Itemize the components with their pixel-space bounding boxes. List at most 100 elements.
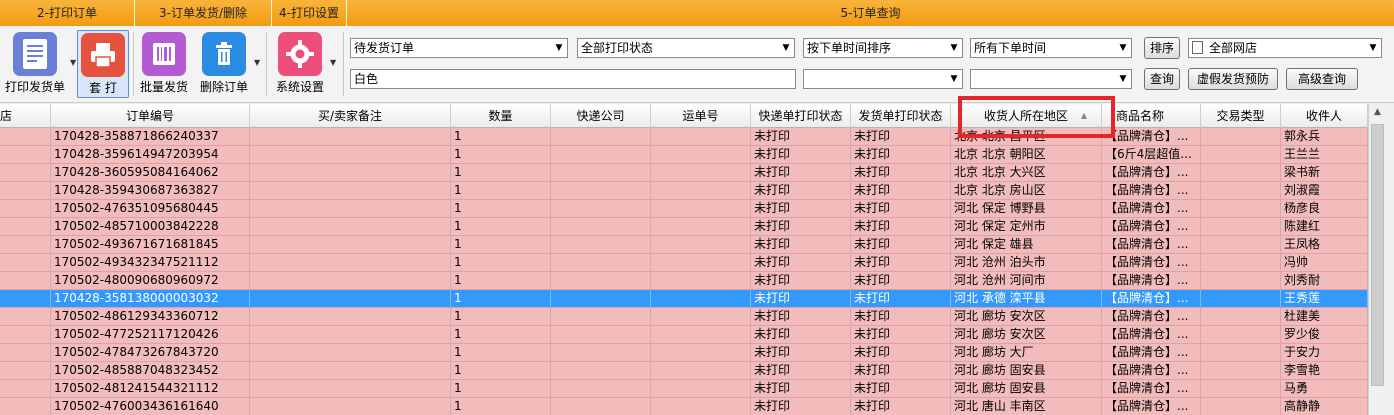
cell-quantity: 1 bbox=[451, 236, 551, 254]
table-row[interactable]: 170502-485710003842228 1 未打印 未打印 河北 保定 定州市 【品… bbox=[0, 218, 1368, 236]
settings-button[interactable]: 系统设置 bbox=[272, 30, 328, 98]
cell-waybill bbox=[651, 146, 751, 164]
cell-remark bbox=[250, 200, 451, 218]
delete-order-dropdown-icon[interactable]: ▼ bbox=[254, 58, 262, 67]
cell-waybill-print-status: 未打印 bbox=[751, 254, 851, 272]
query-button[interactable]: 查询 bbox=[1144, 68, 1180, 90]
table-row[interactable]: 170502-480090680960972 1 未打印 未打印 河北 沧州 河间市 【品… bbox=[0, 272, 1368, 290]
cell-courier bbox=[551, 146, 651, 164]
section-order-query[interactable]: 5-订单查询 bbox=[347, 0, 1394, 26]
settings-dropdown-icon[interactable]: ▼ bbox=[330, 58, 338, 67]
section-print-settings[interactable]: 4-打印设置 bbox=[272, 0, 347, 26]
table-row[interactable]: 170428-358871866240337 1 未打印 未打印 北京 北京 昌平区 【品… bbox=[0, 128, 1368, 146]
scroll-thumb[interactable] bbox=[1371, 124, 1384, 386]
print-status-select[interactable]: 全部打印状态 ▼ bbox=[577, 38, 795, 58]
cell-recipient: 马勇 bbox=[1281, 380, 1368, 398]
cell-trade-type bbox=[1201, 128, 1281, 146]
advanced-query-button[interactable]: 高级查询 bbox=[1286, 68, 1358, 90]
cell-order-no: 170428-358871866240337 bbox=[51, 128, 250, 146]
table-row[interactable]: 170502-493432347521112 1 未打印 未打印 河北 沧州 泊头市 【品… bbox=[0, 254, 1368, 272]
col-header-invoice-print-status[interactable]: 发货单打印状态 bbox=[851, 104, 951, 128]
section-ship-delete[interactable]: 3-订单发货/删除 bbox=[135, 0, 272, 26]
col-header-trade-type[interactable]: 交易类型 bbox=[1201, 104, 1281, 128]
cell-recipient: 罗少俊 bbox=[1281, 326, 1368, 344]
cell-product: 【品牌清仓】... bbox=[1102, 380, 1201, 398]
cell-remark bbox=[250, 344, 451, 362]
cell-store bbox=[0, 200, 51, 218]
cell-waybill bbox=[651, 344, 751, 362]
gear-icon bbox=[278, 32, 322, 76]
cell-region: 河北 廊坊 安次区 bbox=[951, 326, 1102, 344]
cell-recipient: 刘秀耐 bbox=[1281, 272, 1368, 290]
table-row[interactable]: 170502-478473267843720 1 未打印 未打印 河北 廊坊 大厂 【品牌… bbox=[0, 344, 1368, 362]
cell-order-no: 170502-485710003842228 bbox=[51, 218, 250, 236]
table-row[interactable]: 170428-360595084164062 1 未打印 未打印 北京 北京 大兴区 【品… bbox=[0, 164, 1368, 182]
col-header-waybill[interactable]: 运单号 bbox=[651, 104, 751, 128]
table-row[interactable]: 170502-481241544321112 1 未打印 未打印 河北 廊坊 固安县 【品… bbox=[0, 380, 1368, 398]
cell-trade-type bbox=[1201, 164, 1281, 182]
fake-ship-prevention-button[interactable]: 虚假发货预防 bbox=[1188, 68, 1278, 90]
table-row[interactable]: 170428-359614947203954 1 未打印 未打印 北京 北京 朝阳区 【6… bbox=[0, 146, 1368, 164]
section-print-order[interactable]: 2-打印订单 bbox=[0, 0, 135, 26]
cell-order-no: 170428-360595084164062 bbox=[51, 164, 250, 182]
cell-recipient: 高静静 bbox=[1281, 398, 1368, 415]
cell-trade-type bbox=[1201, 290, 1281, 308]
col-header-recipient[interactable]: 收件人 bbox=[1281, 104, 1368, 128]
cell-remark bbox=[250, 236, 451, 254]
table-row[interactable]: 170502-476003436161640 1 未打印 未打印 河北 唐山 丰南区 【品… bbox=[0, 398, 1368, 415]
print-invoice-button[interactable]: 打印发货单 bbox=[2, 30, 68, 98]
cell-quantity: 1 bbox=[451, 362, 551, 380]
cell-product: 【品牌清仓】... bbox=[1102, 326, 1201, 344]
order-status-select[interactable]: 待发货订单 ▼ bbox=[350, 38, 568, 58]
table-row[interactable]: 170502-477252117120426 1 未打印 未打印 河北 廊坊 安次区 【品… bbox=[0, 326, 1368, 344]
sort-by-select[interactable]: 按下单时间排序 ▼ bbox=[803, 38, 963, 58]
batch-ship-button[interactable]: 批量发货 bbox=[136, 30, 192, 98]
sort-button[interactable]: 排序 bbox=[1144, 37, 1180, 59]
filter-select-5[interactable]: ▼ bbox=[803, 69, 963, 89]
cell-waybill-print-status: 未打印 bbox=[751, 362, 851, 380]
set-print-button[interactable]: 套 打 bbox=[77, 30, 129, 98]
cell-store bbox=[0, 254, 51, 272]
col-header-order-no[interactable]: 订单编号 bbox=[51, 104, 250, 128]
cell-remark bbox=[250, 308, 451, 326]
filter-select-6[interactable]: ▼ bbox=[970, 69, 1132, 89]
col-header-quantity[interactable]: 数量 bbox=[451, 104, 551, 128]
cell-remark bbox=[250, 218, 451, 236]
cell-courier bbox=[551, 398, 651, 415]
table-row[interactable]: 170502-486129343360712 1 未打印 未打印 河北 廊坊 安次区 【品… bbox=[0, 308, 1368, 326]
col-header-store[interactable]: 店 bbox=[0, 104, 51, 128]
cell-waybill bbox=[651, 380, 751, 398]
chevron-down-icon: ▼ bbox=[1369, 43, 1377, 53]
cell-waybill-print-status: 未打印 bbox=[751, 326, 851, 344]
cell-product: 【品牌清仓】... bbox=[1102, 182, 1201, 200]
cell-order-no: 170502-481241544321112 bbox=[51, 380, 250, 398]
col-header-waybill-print-status[interactable]: 快递单打印状态 bbox=[751, 104, 851, 128]
col-header-courier[interactable]: 快递公司 bbox=[551, 104, 651, 128]
cell-product: 【6斤4层超值... bbox=[1102, 146, 1201, 164]
cell-remark bbox=[250, 128, 451, 146]
print-invoice-label: 打印发货单 bbox=[4, 80, 65, 94]
table-row[interactable]: 170502-493671671681845 1 未打印 未打印 河北 保定 雄县 【品牌… bbox=[0, 236, 1368, 254]
table-row[interactable]: 170428-358138000003032 1 未打印 未打印 河北 承德 滦平县 【品… bbox=[0, 290, 1368, 308]
cell-recipient: 于安力 bbox=[1281, 344, 1368, 362]
time-range-select[interactable]: 所有下单时间 ▼ bbox=[970, 38, 1132, 58]
col-header-product[interactable]: 商品名称 bbox=[1102, 104, 1201, 128]
cell-trade-type bbox=[1201, 218, 1281, 236]
cell-courier bbox=[551, 254, 651, 272]
scroll-up-icon[interactable]: ▲ bbox=[1369, 104, 1386, 121]
cell-order-no: 170502-485887048323452 bbox=[51, 362, 250, 380]
keyword-input[interactable]: 白色 bbox=[350, 69, 796, 89]
table-row[interactable]: 170502-485887048323452 1 未打印 未打印 河北 廊坊 固安县 【品… bbox=[0, 362, 1368, 380]
cell-quantity: 1 bbox=[451, 290, 551, 308]
store-select[interactable]: 全部网店 ▼ bbox=[1188, 38, 1382, 58]
col-header-region[interactable]: 收货人所在地区 ▲ bbox=[951, 104, 1102, 128]
cell-recipient: 李雪艳 bbox=[1281, 362, 1368, 380]
table-row[interactable]: 170502-476351095680445 1 未打印 未打印 河北 保定 博野县 【品… bbox=[0, 200, 1368, 218]
col-header-remark[interactable]: 买/卖家备注 bbox=[250, 104, 451, 128]
cell-quantity: 1 bbox=[451, 344, 551, 362]
table-row[interactable]: 170428-359430687363827 1 未打印 未打印 北京 北京 房山区 【品… bbox=[0, 182, 1368, 200]
cell-trade-type bbox=[1201, 272, 1281, 290]
delete-order-button[interactable]: 删除订单 bbox=[196, 30, 252, 98]
vertical-scrollbar[interactable]: ▲ bbox=[1368, 104, 1386, 415]
cell-waybill bbox=[651, 254, 751, 272]
